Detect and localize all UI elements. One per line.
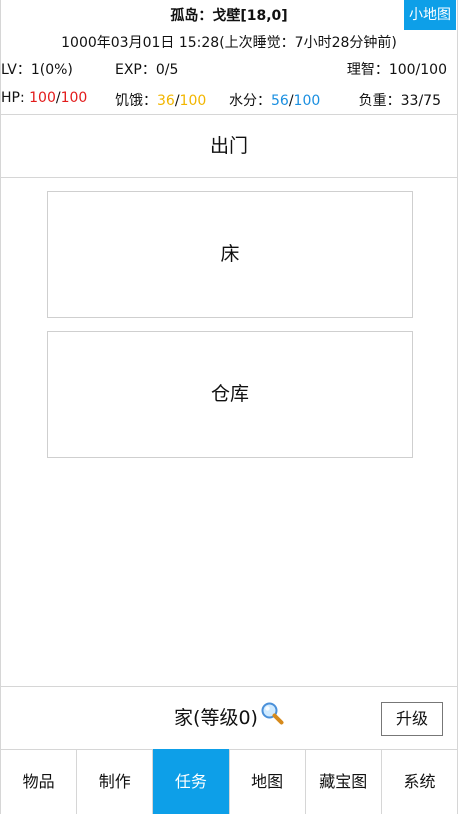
stat-water-current: 56: [271, 93, 289, 109]
go-out-button[interactable]: 出门: [1, 115, 457, 177]
stat-exp: EXP：0/5: [115, 59, 178, 79]
facility-bed-button[interactable]: 床: [47, 191, 413, 318]
tab-map[interactable]: 地图: [230, 749, 306, 814]
stat-water-max: 100: [293, 93, 321, 109]
magnifier-icon[interactable]: [260, 688, 284, 750]
stat-load: 负重：33/75: [359, 90, 441, 110]
status-header: 孤岛：戈壁[18,0] 小地图 1000年03月01日 15:28(上次睡觉：7…: [1, 0, 457, 114]
stat-load-value: 33/75: [400, 93, 441, 109]
tab-system[interactable]: 系统: [382, 749, 457, 814]
stat-water: 水分：56/100: [229, 90, 320, 110]
tab-crafting[interactable]: 制作: [77, 749, 154, 814]
stat-water-label: 水分：: [229, 93, 271, 109]
game-datetime: 1000年03月01日 15:28(上次睡觉：7小时28分钟前): [61, 35, 397, 51]
stat-hunger: 饥饿：36/100: [115, 90, 206, 110]
stat-hp-label: HP:: [1, 90, 30, 106]
home-level-label: 家(等级0): [174, 707, 258, 729]
stat-hunger-current: 36: [157, 93, 175, 109]
location-title: 孤岛：戈壁[18,0]: [170, 8, 288, 24]
stat-exp-value: 0/5: [155, 62, 179, 78]
stat-load-label: 负重：: [358, 93, 401, 109]
stat-exp-label: EXP：: [115, 62, 156, 78]
stat-hp-max: 100: [60, 90, 88, 106]
facility-warehouse-button[interactable]: 仓库: [47, 331, 413, 458]
stat-hp-current: 100: [29, 90, 56, 106]
stat-level-label: LV：: [1, 62, 31, 78]
bottom-tab-bar: 物品 制作 任务 地图 藏宝图 系统: [1, 749, 457, 814]
home-info-row: 家(等级0) 升级: [1, 687, 457, 749]
app-screen: 孤岛：戈壁[18,0] 小地图 1000年03月01日 15:28(上次睡觉：7…: [0, 0, 458, 814]
stat-level-value: 1(0%): [30, 62, 73, 78]
tab-items[interactable]: 物品: [1, 749, 78, 814]
stat-hp: HP: 100/100: [1, 90, 87, 106]
stat-hunger-max: 100: [179, 93, 207, 109]
go-out-divider: [1, 177, 457, 178]
tab-tasks[interactable]: 任务: [153, 749, 230, 814]
tab-treasure-map[interactable]: 藏宝图: [306, 749, 382, 814]
minimap-button[interactable]: 小地图: [404, 0, 456, 30]
stat-sanity: 理智：100/100: [347, 59, 447, 79]
stat-sanity-value: 100/100: [388, 62, 447, 78]
stat-hunger-label: 饥饿：: [115, 93, 157, 109]
stat-level: LV：1(0%): [1, 59, 73, 79]
stat-sanity-label: 理智：: [346, 62, 389, 78]
upgrade-button[interactable]: 升级: [381, 702, 443, 736]
